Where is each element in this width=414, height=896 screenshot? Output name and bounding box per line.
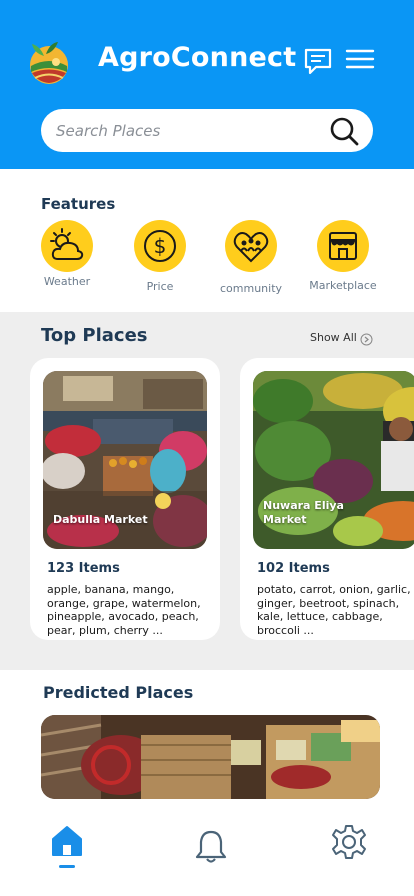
- market-photo: Dabulla Market: [43, 371, 207, 549]
- item-count: 102 Items: [257, 561, 330, 576]
- search-icon[interactable]: [328, 115, 360, 147]
- svg-text:$: $: [154, 234, 167, 258]
- weather-icon: [41, 220, 93, 272]
- chevron-right-icon[interactable]: [360, 331, 373, 346]
- bell-icon[interactable]: [194, 828, 228, 864]
- chat-icon[interactable]: [302, 45, 334, 77]
- feature-label: Weather: [43, 275, 91, 288]
- item-list: apple, banana, mango, orange, grape, wat…: [47, 583, 201, 637]
- place-card[interactable]: Dabulla Market 123 Items apple, banana, …: [30, 358, 220, 640]
- section-title: Predicted Places: [43, 683, 194, 702]
- app-header: AgroConnect: [0, 0, 414, 169]
- place-name: Nuwara Eliya Market: [263, 499, 344, 526]
- feature-label: Price: [146, 280, 174, 293]
- feature-label: community: [219, 282, 283, 295]
- feature-price[interactable]: $ Price: [115, 220, 205, 293]
- item-list: potato, carrot, onion, garlic, ginger, b…: [257, 583, 411, 637]
- feature-weather[interactable]: Weather: [22, 220, 112, 288]
- community-icon: [225, 220, 277, 272]
- feature-label: Marketplace: [309, 279, 377, 292]
- feature-marketplace[interactable]: Marketplace: [298, 220, 388, 292]
- item-count: 123 Items: [47, 561, 120, 576]
- features-title: Features: [41, 195, 116, 213]
- top-places-section: Top Places Show All Dabulla Market 123 I…: [0, 312, 414, 670]
- marketplace-icon: [317, 220, 369, 272]
- app-title: AgroConnect: [98, 42, 297, 73]
- place-name: Dabulla Market: [53, 513, 148, 526]
- price-icon: $: [134, 220, 186, 272]
- gear-icon[interactable]: [331, 824, 367, 860]
- search-input[interactable]: [56, 120, 316, 142]
- active-indicator: [59, 865, 75, 868]
- predicted-place-photo[interactable]: [41, 715, 380, 799]
- search-bar: [41, 109, 373, 152]
- section-title: Top Places: [41, 325, 148, 346]
- bottom-nav: [0, 808, 414, 896]
- market-photo: Nuwara Eliya Market: [253, 371, 414, 549]
- show-all-link[interactable]: Show All: [310, 331, 357, 344]
- home-icon[interactable]: [50, 824, 84, 858]
- hamburger-menu-icon[interactable]: [344, 46, 376, 74]
- feature-community[interactable]: community: [206, 220, 296, 295]
- agro-logo: [26, 38, 72, 86]
- place-card[interactable]: Nuwara Eliya Market 102 Items potato, ca…: [240, 358, 414, 640]
